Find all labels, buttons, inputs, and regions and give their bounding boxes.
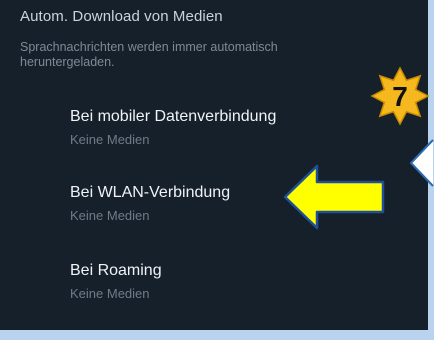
- setting-item-title: Bei mobiler Datenverbindung: [70, 108, 277, 125]
- setting-item-value: Keine Medien: [70, 286, 150, 301]
- step-badge: 7: [370, 66, 430, 126]
- chevron-left-icon: [409, 139, 434, 187]
- section-title: Autom. Download von Medien: [20, 8, 223, 25]
- setting-item-roaming[interactable]: Bei Roaming Keine Medien: [70, 262, 370, 301]
- setting-item-value: Keine Medien: [70, 132, 150, 147]
- left-arrow-icon: [283, 164, 385, 230]
- section-description: Sprachnachrichten werden immer automatis…: [20, 40, 278, 69]
- step-number: 7: [392, 81, 408, 112]
- setting-item-mobile-data[interactable]: Bei mobiler Datenverbindung Keine Medien: [70, 108, 370, 147]
- setting-item-title: Bei Roaming: [70, 262, 162, 279]
